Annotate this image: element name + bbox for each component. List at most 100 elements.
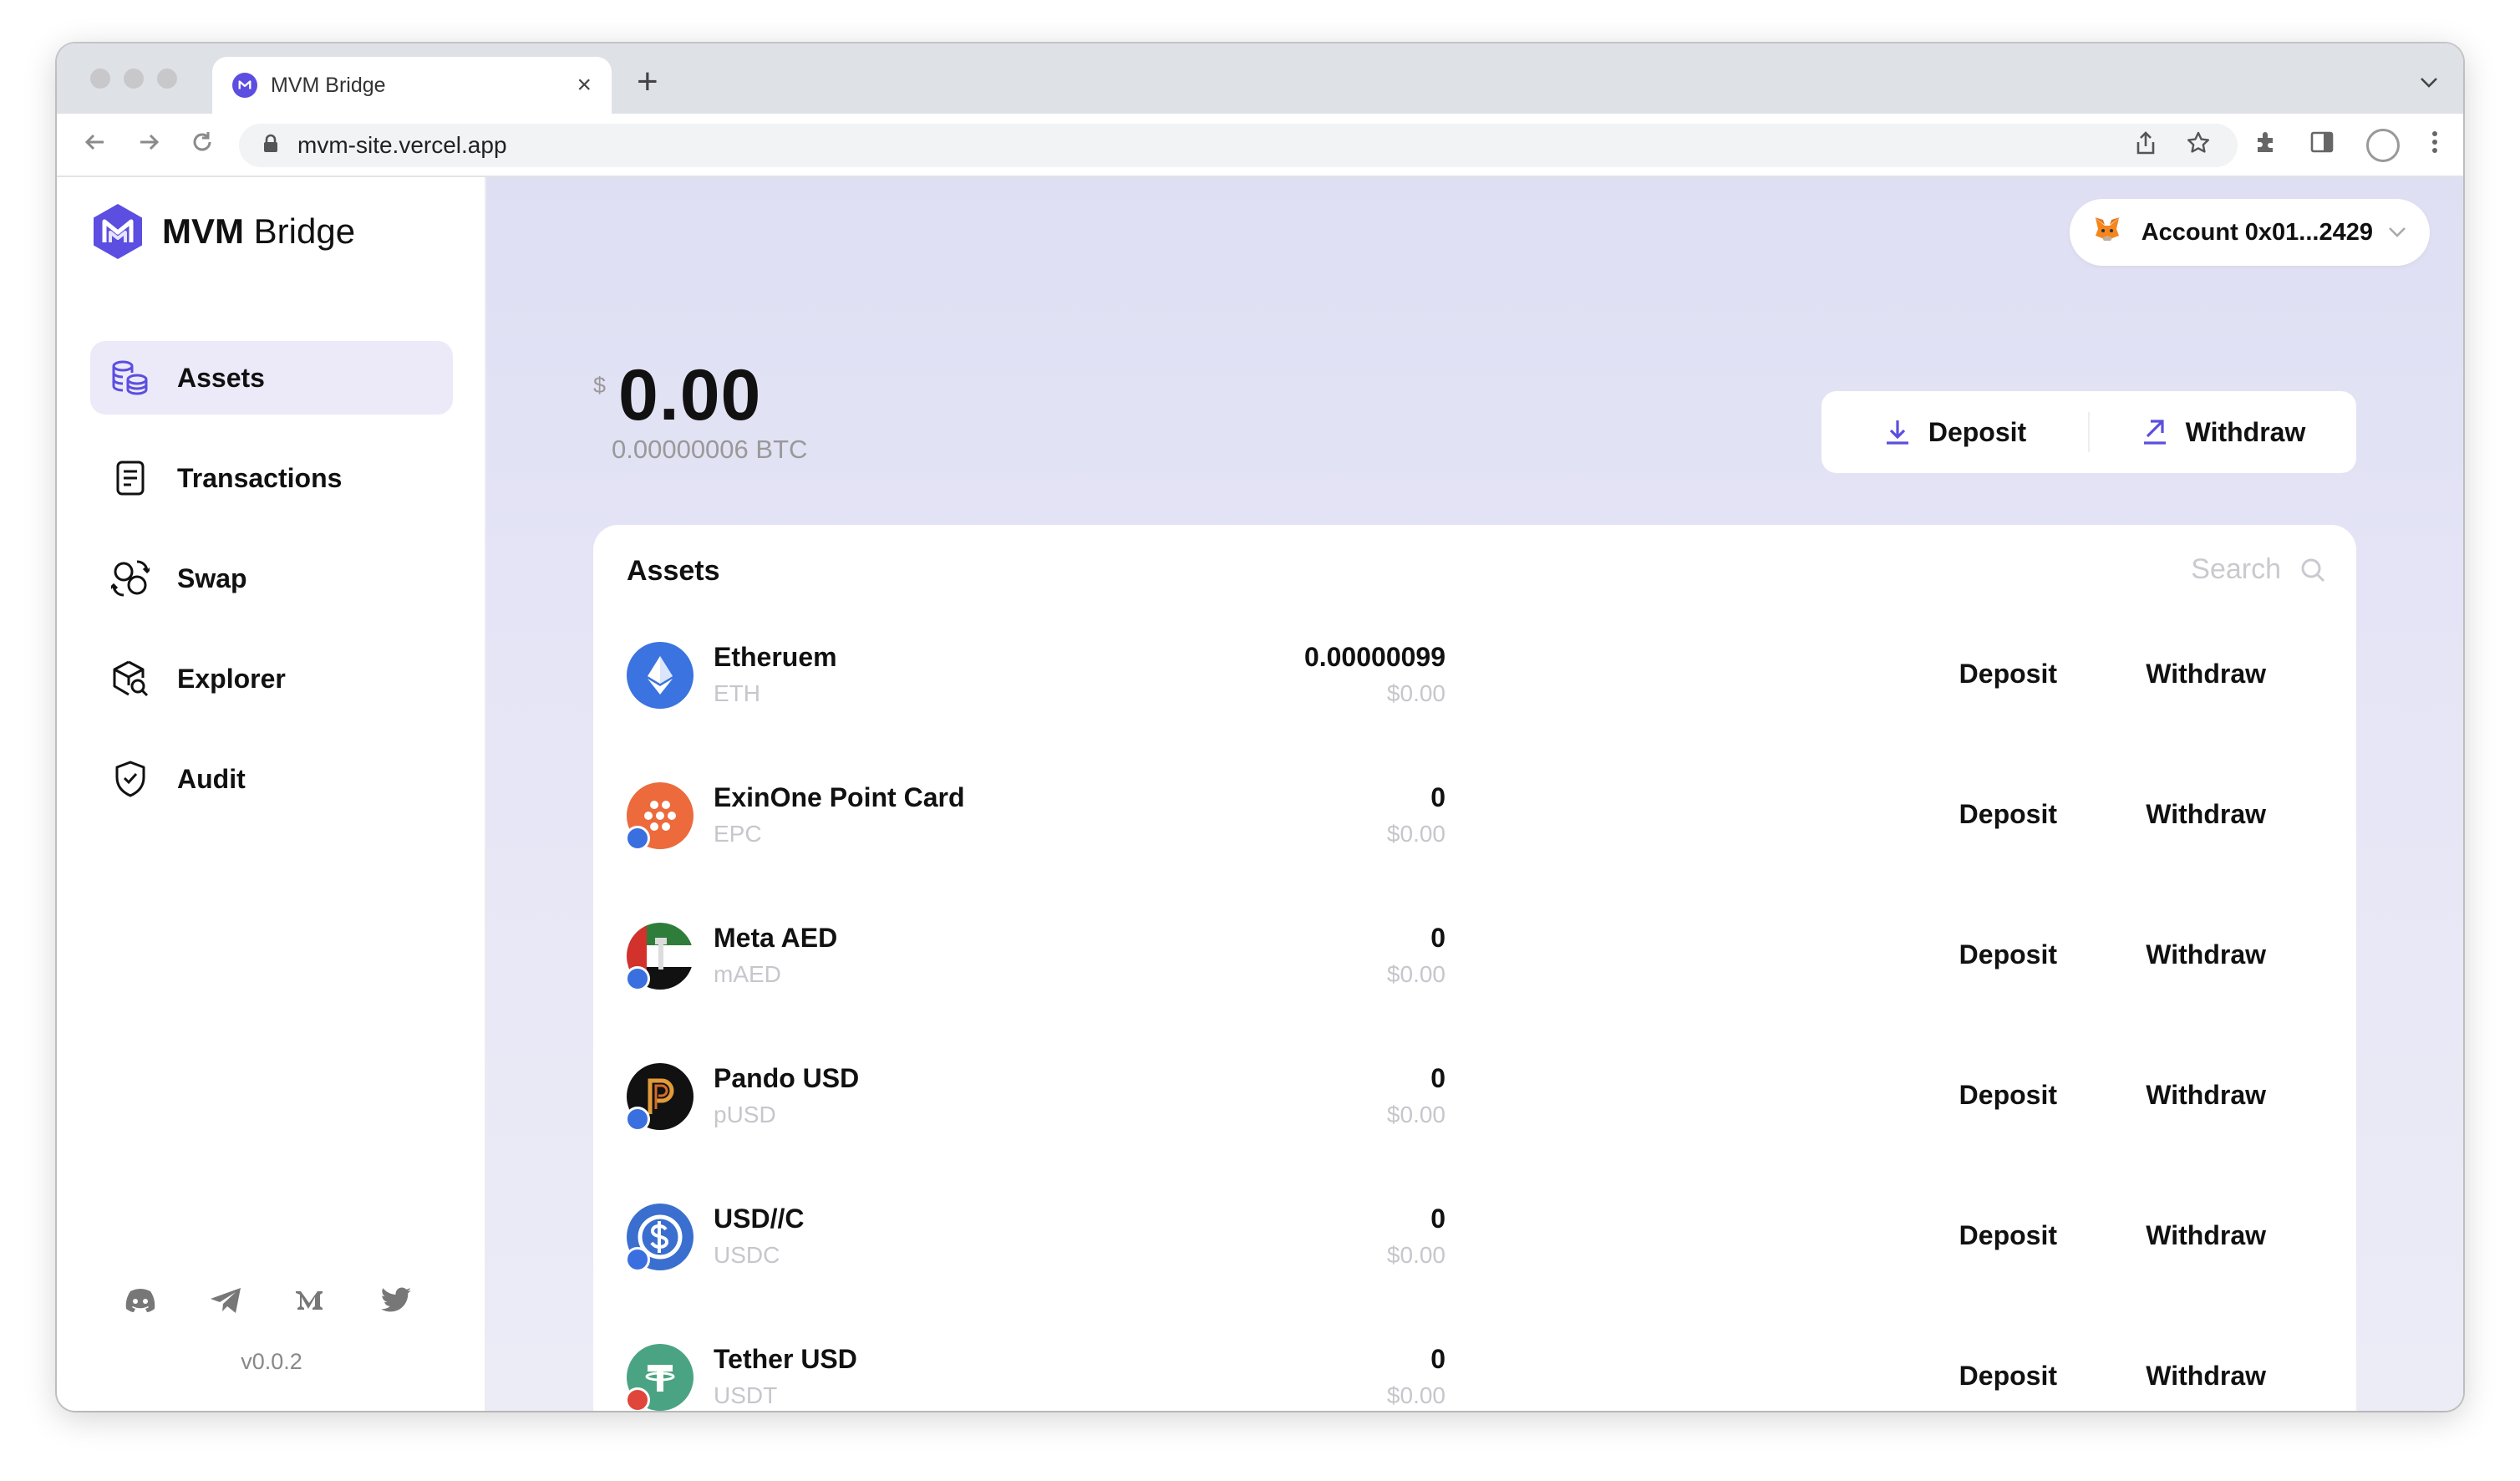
browser-window: MVM Bridge × + mvm-site.vercel.app MVM B… [57,43,2463,1411]
asset-name: Meta AED [714,923,838,953]
sidebar-item-swap[interactable]: Swap [90,542,453,615]
forward-icon[interactable] [135,129,162,160]
asset-symbol: USDT [714,1382,778,1408]
coins-icon [110,358,150,398]
extensions-icon[interactable] [2253,130,2278,161]
telegram-icon[interactable] [207,1285,244,1316]
asset-name: ExinOne Point Card [714,782,965,812]
sidebar-item-label: Assets [177,362,265,393]
profile-avatar-icon[interactable] [2366,129,2400,162]
asset-name: Etheruem [714,642,837,672]
assets-title: Assets [627,555,720,587]
side-panel-icon[interactable] [2309,130,2335,160]
asset-withdraw-button[interactable]: Withdraw [2146,1361,2266,1392]
asset-withdraw-button[interactable]: Withdraw [2146,659,2266,690]
asset-amount: 0.00000099 [1303,642,1445,672]
browser-tab[interactable]: MVM Bridge × [212,57,612,114]
asset-symbol: USDC [714,1242,780,1268]
asset-withdraw-button[interactable]: Withdraw [2146,1220,2266,1251]
asset-amount: 0 [1430,923,1445,953]
address-bar[interactable]: mvm-site.vercel.app [239,124,2238,167]
account-button[interactable]: Account 0x01...2429 [2069,199,2430,266]
search-input[interactable]: Search [2191,553,2326,586]
twitter-icon[interactable] [378,1285,414,1316]
sidebar-item-label: Transactions [177,462,343,493]
deposit-button[interactable]: Deposit [1821,417,2088,448]
asset-withdraw-button[interactable]: Withdraw [2146,1080,2266,1111]
ethereum-chain-badge-icon [625,1247,650,1272]
medium-icon[interactable] [292,1285,329,1316]
sidebar-item-explorer[interactable]: Explorer [90,642,453,715]
social-links [122,1285,414,1316]
tab-strip: MVM Bridge × + [57,43,2463,114]
upload-arrow-icon [2143,420,2166,445]
swap-icon [110,558,150,598]
logo[interactable]: MVM Bridge [90,202,355,261]
mvm-logo-icon [94,204,142,259]
asset-row[interactable]: USD//C USDC 0 $0.00 Deposit Withdraw [625,1187,2323,1327]
bookmark-star-icon[interactable] [2186,130,2211,162]
currency-symbol: $ [593,373,607,398]
app-version: v0.0.2 [241,1349,302,1374]
asset-deposit-button[interactable]: Deposit [1959,799,2057,830]
balance-amount: 0.00 [618,355,762,435]
logo-text: MVM Bridge [162,211,356,251]
tab-search-chevron-icon[interactable] [2420,69,2438,94]
asset-row[interactable]: ExinOne Point Card EPC 0 $0.00 Deposit W… [625,766,2323,906]
ethereum-chain-badge-icon [625,966,650,991]
asset-name: Tether USD [714,1344,857,1374]
asset-usd: $0.00 [1386,1382,1445,1408]
tab-title: MVM Bridge [271,73,386,97]
asset-withdraw-button[interactable]: Withdraw [2146,939,2266,970]
kebab-menu-icon[interactable] [2431,130,2438,161]
asset-amount: 0 [1430,782,1445,812]
sidebar-item-label: Explorer [177,663,286,694]
explorer-icon [110,659,150,699]
discord-icon[interactable] [122,1285,159,1316]
sidebar: MVM Bridge Assets Transactions Swap Expl… [57,177,486,1411]
asset-deposit-button[interactable]: Deposit [1959,1361,2057,1392]
chevron-down-icon [2388,221,2406,243]
back-icon[interactable] [82,129,109,160]
asset-symbol: mAED [714,961,781,987]
download-arrow-icon [1886,420,1908,445]
asset-row[interactable]: Pando USD pUSD 0 $0.00 Deposit Withdraw [625,1046,2323,1187]
asset-name: USD//C [714,1204,805,1234]
sidebar-item-label: Audit [177,763,246,794]
maximize-window-button[interactable] [157,69,177,89]
asset-row[interactable]: Tether USD USDT 0 $0.00 Deposit Withdraw [625,1327,2323,1411]
asset-row[interactable]: Meta AED mAED 0 $0.00 Deposit Withdraw [625,906,2323,1046]
new-tab-button[interactable]: + [637,64,658,100]
sidebar-nav: Assets Transactions Swap Explorer Audit [90,341,453,842]
asset-amount: 0 [1430,1344,1445,1374]
account-label: Account 0x01...2429 [2141,218,2373,246]
asset-row[interactable]: Etheruem ETH 0.00000099 $0.00 Deposit Wi… [627,625,2323,766]
asset-withdraw-button[interactable]: Withdraw [2146,799,2266,830]
chain-badge-icon [625,1387,650,1411]
asset-usd: $0.00 [1386,1242,1445,1268]
close-window-button[interactable] [90,69,110,89]
withdraw-button[interactable]: Withdraw [2090,417,2356,448]
close-tab-icon[interactable]: × [577,71,592,99]
mvm-favicon-icon [232,73,257,98]
asset-symbol: pUSD [714,1102,776,1127]
asset-deposit-button[interactable]: Deposit [1959,659,2057,690]
asset-usd: $0.00 [1386,680,1445,706]
sidebar-item-assets[interactable]: Assets [90,341,453,415]
share-icon[interactable] [2134,130,2157,162]
asset-name: Pando USD [714,1063,860,1093]
balance-btc: 0.00000006 BTC [612,435,808,464]
asset-usd: $0.00 [1386,961,1445,987]
reload-icon[interactable] [189,129,216,160]
minimize-window-button[interactable] [124,69,144,89]
sidebar-item-transactions[interactable]: Transactions [90,441,453,515]
lock-icon [262,134,279,158]
asset-amount: 0 [1430,1063,1445,1093]
sidebar-item-audit[interactable]: Audit [90,742,453,816]
asset-symbol: ETH [714,680,760,706]
balance-actions: Deposit Withdraw [1821,391,2356,473]
asset-deposit-button[interactable]: Deposit [1959,939,2057,970]
asset-deposit-button[interactable]: Deposit [1959,1080,2057,1111]
asset-deposit-button[interactable]: Deposit [1959,1220,2057,1251]
app: MVM Bridge Assets Transactions Swap Expl… [57,177,2463,1411]
